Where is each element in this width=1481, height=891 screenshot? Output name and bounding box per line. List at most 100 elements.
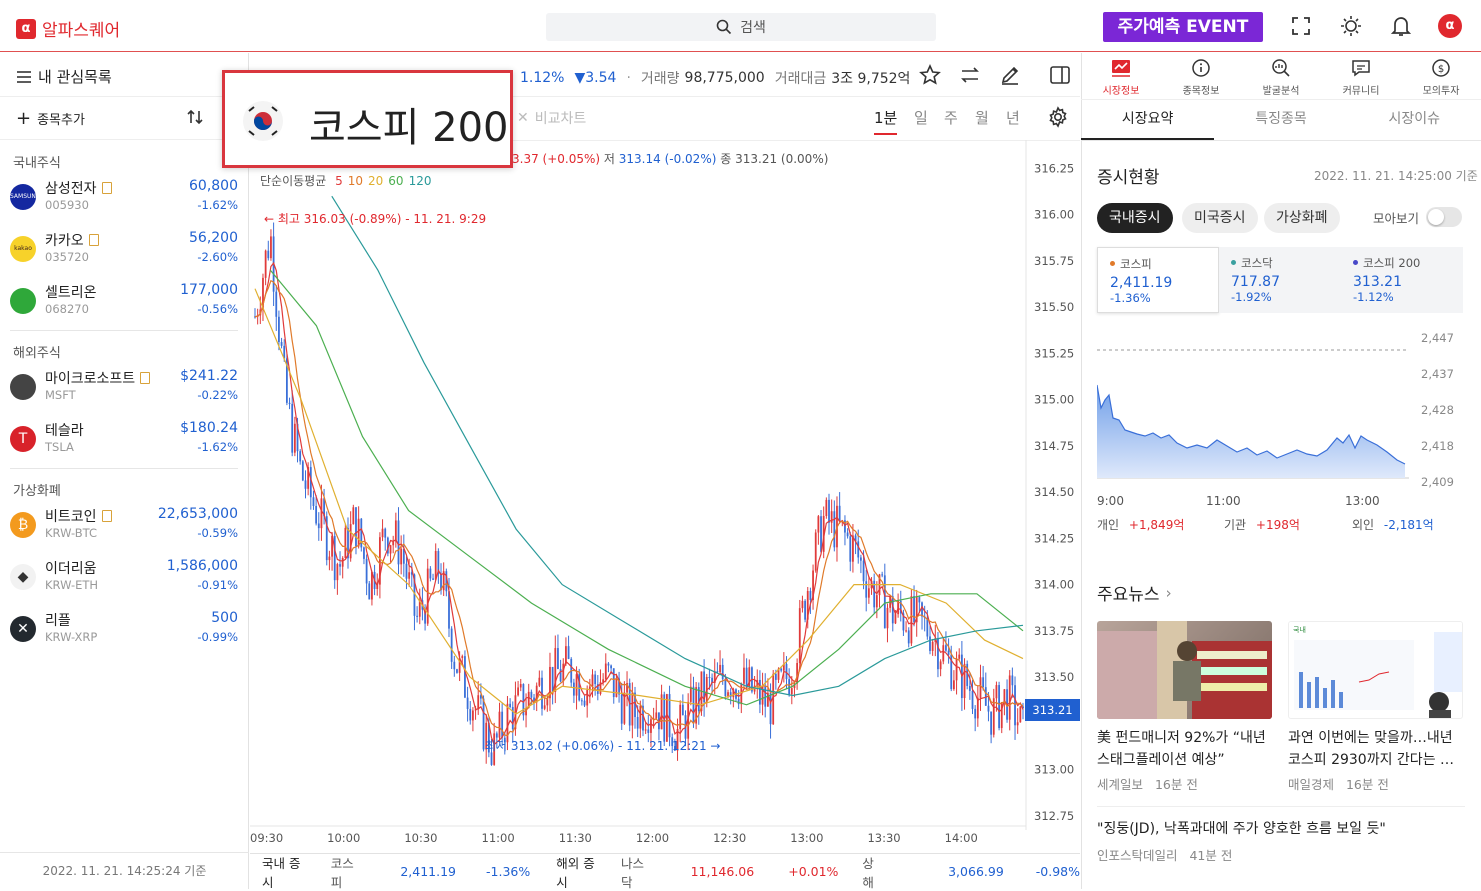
candle-body	[971, 690, 974, 709]
chart-settings-gear-icon[interactable]	[1047, 106, 1069, 132]
stock-name: 이더리움	[45, 561, 97, 577]
candle-body	[352, 507, 355, 525]
pill-us[interactable]: 미국증시	[1182, 203, 1258, 233]
tab-discovery[interactable]: 발굴분석	[1246, 53, 1316, 99]
add-stock-label: 종목추가	[37, 113, 85, 128]
candle-body	[466, 697, 469, 709]
notification-bell-icon[interactable]	[1389, 14, 1413, 38]
candle-body	[894, 614, 897, 624]
domestic-label: 국내 증시	[262, 855, 301, 890]
candle-body	[982, 677, 985, 688]
tab-stock-info[interactable]: 종목정보	[1166, 53, 1236, 99]
report-doc-icon[interactable]	[101, 510, 112, 522]
candle-body	[929, 636, 931, 651]
period-tab[interactable]: 일	[914, 107, 928, 128]
edit-pencil-icon[interactable]	[999, 64, 1021, 90]
add-stock-button[interactable]: + 종목추가	[16, 109, 85, 128]
report-doc-icon[interactable]	[88, 234, 99, 246]
period-tab[interactable]: 1분	[874, 107, 898, 135]
watchlist-item[interactable]: kakao 카카오 035720 56,200 -2.60%	[10, 228, 238, 278]
candle-body	[636, 717, 639, 729]
watchlist-item[interactable]: SAMSUNG 삼성전자 005930 60,800 -1.62%	[10, 176, 238, 226]
watchlist-item[interactable]: 마이크로소프트 MSFT $241.22 -0.22%	[10, 366, 238, 416]
candle-body	[575, 674, 578, 696]
candle-body	[939, 661, 942, 670]
index-card[interactable]: 코스피 200 313.21 -1.12%	[1341, 247, 1463, 313]
candle-body	[317, 523, 320, 529]
watchlist-header[interactable]: 내 관심목록	[16, 66, 112, 87]
mini-x-tick: 9:00	[1097, 494, 1124, 508]
app-logo[interactable]: α 알파스퀘어	[16, 16, 120, 41]
stock-change: -1.62%	[197, 440, 238, 454]
compare-chart-button[interactable]: ✕ 비교차트	[517, 108, 586, 128]
report-doc-icon[interactable]	[101, 182, 112, 194]
theme-sun-icon[interactable]	[1339, 14, 1363, 38]
ticker-shanghai-value: 3,066.99	[948, 864, 1004, 879]
subtab-featured-stocks[interactable]: 특징종목	[1214, 100, 1347, 140]
user-avatar[interactable]: α	[1438, 14, 1462, 38]
candle-body	[692, 686, 695, 724]
ticker-nasdaq-name: 나스닥	[621, 855, 645, 890]
volume-value: 98,775,000	[684, 70, 765, 86]
stock-code: KRW-XRP	[45, 630, 98, 644]
candle-body	[315, 506, 318, 524]
stock-change: -0.59%	[197, 526, 238, 540]
panel-toggle-icon[interactable]	[1049, 64, 1071, 90]
news-thumbnail-2[interactable]: 국내	[1288, 621, 1463, 719]
swap-arrows-icon[interactable]	[959, 64, 981, 90]
sort-icon[interactable]	[186, 108, 204, 130]
candle-body	[416, 615, 419, 617]
tab-mock-invest[interactable]: $ 모의투자	[1406, 53, 1476, 99]
period-tab[interactable]: 년	[1006, 107, 1020, 128]
candle-body	[363, 547, 365, 559]
subtab-market-summary[interactable]: 시장요약	[1081, 100, 1215, 140]
watchlist-item[interactable]: ✕ 리플 KRW-XRP 500 -0.99%	[10, 608, 238, 658]
pill-crypto[interactable]: 가상화폐	[1264, 203, 1340, 233]
stock-price: 56,200	[189, 230, 238, 246]
index-card[interactable]: 코스피 2,411.19 -1.36%	[1097, 247, 1219, 313]
candle-body	[394, 520, 397, 542]
index-card[interactable]: 코스닥 717.87 -1.92%	[1219, 247, 1341, 313]
candle-body	[408, 572, 411, 579]
period-tab[interactable]: 주	[944, 107, 958, 128]
event-banner-button[interactable]: 주가예측 EVENT	[1103, 12, 1263, 42]
report-doc-icon[interactable]	[140, 372, 151, 384]
candle-body	[655, 712, 658, 719]
candle-body	[270, 236, 272, 259]
search-input[interactable]: 검색	[546, 13, 936, 41]
news-item-3[interactable]: "징둥(JD), 낙폭과대에 주가 양호한 흐름 보일 듯" 인포스탁데일리 4…	[1097, 818, 1467, 864]
market-panel-tabs: 시장정보 종목정보 발굴분석 커뮤니티 $ 모의투자	[1081, 53, 1481, 99]
trade-value-label: 거래대금	[774, 71, 827, 87]
tab-community[interactable]: 커뮤니티	[1326, 53, 1396, 99]
candle-body	[384, 528, 387, 538]
pill-domestic[interactable]: 국내증시	[1097, 203, 1173, 233]
candle-body	[453, 661, 456, 670]
trade-value: 3조 9,752억	[831, 71, 911, 87]
watchlist-item[interactable]: ◆ 이더리움 KRW-ETH 1,586,000 -0.91%	[10, 556, 238, 606]
candle-body	[543, 705, 546, 709]
news-time: 16분 전	[1154, 777, 1198, 792]
x-tick-label: 11:00	[482, 831, 515, 845]
stock-logo: ₿	[10, 512, 36, 538]
tab-discovery-label: 발굴분석	[1262, 86, 1300, 97]
candle-body	[862, 560, 865, 582]
collect-view-toggle[interactable]	[1426, 207, 1462, 227]
news-item-2[interactable]: 과연 이번에는 맞을까…내년 코스피 2930까지 간다는 … 매일경제 16분…	[1288, 727, 1466, 793]
watchlist-item[interactable]: T 테슬라 TSLA $180.24 -1.62%	[10, 418, 238, 468]
candle-body	[942, 645, 945, 662]
fullscreen-icon[interactable]	[1289, 14, 1313, 38]
tab-market-info[interactable]: 시장정보	[1086, 53, 1156, 99]
candle-body	[650, 719, 652, 733]
kospi-intraday-chart: 2,447 2,437 2,428 2,418 2,409 9:00 11:00 13:00	[1097, 331, 1454, 508]
favorite-star-icon[interactable]	[919, 64, 941, 90]
news-header[interactable]: 주요뉴스 ›	[1097, 580, 1172, 606]
menu-icon[interactable]	[16, 70, 32, 84]
subtab-market-issues[interactable]: 시장이슈	[1348, 100, 1481, 140]
watchlist-item[interactable]: ₿ 비트코인 KRW-BTC 22,653,000 -0.59%	[10, 504, 238, 554]
news-item-1[interactable]: 美 펀드매니저 92%가 “내년 스태그플레이션 예상” 세계일보 16분 전	[1097, 727, 1275, 793]
news-thumbnail-1[interactable]	[1097, 621, 1272, 719]
period-tab[interactable]: 월	[975, 107, 989, 128]
watchlist-item[interactable]: 셀트리온 068270 177,000 -0.56%	[10, 280, 238, 330]
candle-body	[278, 316, 280, 343]
x-tick-label: 13:30	[867, 831, 900, 845]
